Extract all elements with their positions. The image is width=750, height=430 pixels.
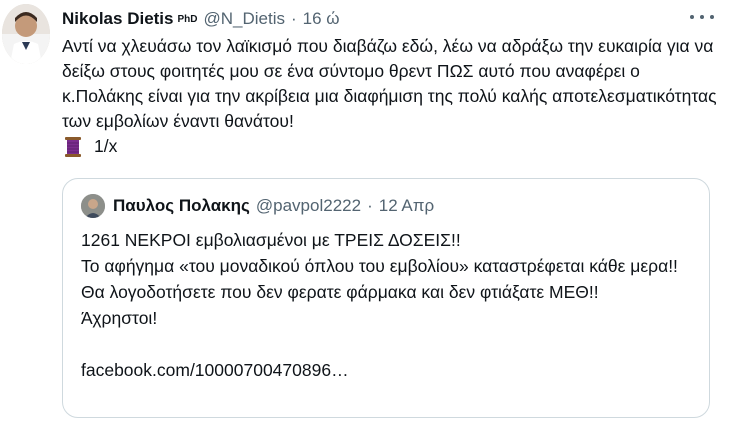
quoted-author-handle[interactable]: @pavpol2222 xyxy=(256,196,361,216)
tweet-timestamp[interactable]: 16 ώ xyxy=(303,9,340,29)
tweet-body: Αντί να χλευάσω τον λαϊκισμό που διαβάζω… xyxy=(62,34,722,159)
author-handle[interactable]: @N_Dietis xyxy=(204,9,286,29)
more-options-icon[interactable] xyxy=(690,10,714,24)
quoted-timestamp[interactable]: 12 Απρ xyxy=(379,196,434,216)
separator-dot: · xyxy=(291,9,297,28)
quoted-line: Άχρηστοι! xyxy=(81,308,158,328)
quoted-avatar[interactable] xyxy=(81,194,105,218)
thread-marker-row: 1/x xyxy=(62,134,722,159)
thread-counter: 1/x xyxy=(94,136,118,156)
quoted-link[interactable]: facebook.com/10000700470896… xyxy=(81,357,691,383)
avatar[interactable] xyxy=(2,4,50,64)
quoted-line: 1261 ΝΕΚΡΟΙ εμβολιασμένοι με ΤΡΕΙΣ ΔΟΣΕΙ… xyxy=(81,230,461,250)
separator-dot: · xyxy=(367,196,373,215)
quoted-line: Θα λογοδοτήσετε που δεν φερατε φάρμακα κ… xyxy=(81,282,599,302)
quoted-tweet-body: 1261 ΝΕΚΡΟΙ εμβολιασμένοι με ΤΡΕΙΣ ΔΟΣΕΙ… xyxy=(81,227,691,383)
tweet-header: Nikolas Dietis PhD @N_Dietis · 16 ώ xyxy=(62,6,340,32)
thread-spool-icon xyxy=(62,136,84,158)
quoted-line: Το αφήγημα «του μοναδικού όπλου του εμβο… xyxy=(81,256,678,276)
tweet-text: Αντί να χλευάσω τον λαϊκισμό που διαβάζω… xyxy=(62,36,717,131)
quoted-tweet[interactable]: Παυλος Πολακης @pavpol2222 · 12 Απρ 1261… xyxy=(62,178,710,418)
author-title-suffix: PhD xyxy=(177,13,198,25)
quoted-author-name[interactable]: Παυλος Πολακης xyxy=(113,196,250,216)
author-name[interactable]: Nikolas Dietis xyxy=(62,9,174,29)
quoted-tweet-header: Παυλος Πολακης @pavpol2222 · 12 Απρ xyxy=(81,193,434,219)
